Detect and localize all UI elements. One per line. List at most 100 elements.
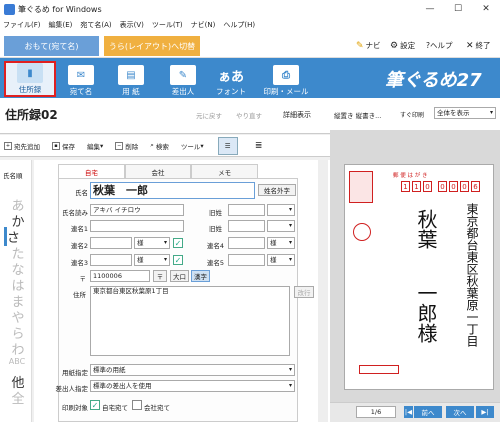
paper-spec-select[interactable]: 標準の用紙 [90,364,295,376]
rensei2-field[interactable] [90,237,132,249]
font-icon: ぁあ [218,69,245,85]
old-surname-field[interactable] [228,204,265,216]
undo-button[interactable]: 元に戻す [196,110,222,120]
switch-to-back-button[interactable]: うら(レイアウト)へ切替 [104,36,200,56]
kana-all[interactable]: 全 [10,388,26,407]
card-view-icon[interactable]: ☰ [217,136,238,155]
sender-spec-select[interactable]: 標準の差出人を使用 [90,380,295,392]
navi-link[interactable]: ✎ ナビ [356,40,381,51]
form-tabs: 自宅 会社 メモ [58,164,259,178]
rensei2-honorific[interactable]: 様 [134,237,170,249]
mode-bar: おもて(宛て名) うら(レイアウト)へ切替 ✎ ナビ ⚙ 設定 ?ヘルプ ✕ 終了 [0,31,500,58]
tab-memo[interactable]: メモ [191,164,259,178]
atena-label: 宛て名 [69,87,93,96]
tools-menu[interactable]: ツール ▾ [181,141,204,151]
search-menu[interactable]: ⌕ 検索 [150,141,169,151]
rensei1-field[interactable] [90,220,184,232]
add-icon: + [4,141,12,150]
kanji-button[interactable]: 漢字 [191,270,210,282]
rensei4-honorific[interactable]: 様 [267,237,295,249]
maximize-button[interactable]: ☐ [444,0,472,18]
view-select[interactable]: 全体を表示 [434,107,496,119]
menu-atena[interactable]: 宛て名(A) [80,20,111,30]
rensei2-checkbox[interactable]: ✓ [173,238,183,248]
brand-logo: 筆ぐるめ27 [385,70,482,91]
orientation-label[interactable]: 縦置き 縦書き... [334,110,381,120]
rensei3-checkbox[interactable]: ✓ [173,255,183,265]
front-mode-tab[interactable]: おもて(宛て名) [4,36,99,56]
address-field[interactable]: 東京都台東区秋葉原1丁目 [90,286,290,356]
close-button[interactable]: ✕ [472,0,500,18]
title-bar: 筆ぐるめ for Windows — ☐ ✕ [0,0,500,18]
name-field[interactable]: 秋葉 一郎 [90,182,255,199]
last-page-button[interactable]: ▶| [476,406,494,418]
font-label: フォント [216,87,246,96]
rensei3-honorific[interactable]: 様 [134,254,170,266]
tab-company[interactable]: 会社 [124,164,192,178]
redo-button[interactable]: やり直す [236,110,262,120]
print-mail-button[interactable]: ⎙ 印刷・メール [258,61,314,97]
reading-field[interactable]: アキバ イチロウ [90,204,184,216]
edit-label: 編集 [87,142,100,151]
font-button[interactable]: ぁあ フォント [208,61,254,97]
quick-print-button[interactable]: すぐ印刷 [400,110,424,119]
menu-edit[interactable]: 編集(E) [49,20,73,30]
first-page-button[interactable]: |◀ [404,406,413,418]
atena-button[interactable]: ✉ 宛て名 [58,61,104,97]
rensei3-field[interactable] [90,254,132,266]
minimize-button[interactable]: — [416,0,444,18]
menu-navi[interactable]: ナビ(N) [191,20,216,30]
settings-link[interactable]: ⚙ 設定 [390,40,415,51]
menu-file[interactable]: ファイル(F) [3,20,41,30]
detail-view-button[interactable]: 詳細表示 [283,110,311,120]
paper-icon: ▤ [118,65,144,85]
sender-button[interactable]: ✎ 差出人 [160,61,206,97]
rensei4-field[interactable] [228,237,265,249]
postal-digit: 1 [412,181,421,192]
rensei5-honorific[interactable]: 様 [267,254,295,266]
old-surname2-field[interactable] [228,220,265,232]
rensei5-field[interactable] [228,254,265,266]
page-indicator: 1/6 [356,406,396,418]
postcard-icon: ✉ [68,65,94,85]
postmark-circle [353,223,371,241]
form-scrollbar[interactable] [318,160,328,422]
kana-wa[interactable]: わ [10,339,26,358]
tab-home[interactable]: 自宅 [58,164,125,178]
recipient-surname: 秋葉 [414,209,438,249]
postal-digit: 0 [460,181,469,192]
rensei1-honorific[interactable] [267,220,295,232]
print-home-checkbox[interactable]: ✓ [90,400,100,410]
name-label: 氏名 [75,189,88,197]
edit-menu[interactable]: 編集 ▾ [87,141,103,151]
print-company-label: 会社宛て [144,404,170,412]
help-link[interactable]: ?ヘルプ [426,40,452,51]
address-file-name: 住所録02 [5,108,58,122]
postal-field[interactable]: 1100006 [90,270,150,282]
delete-label: 削除 [125,142,139,151]
postal-search-button[interactable]: 〒 [153,270,167,282]
save-button[interactable]: ▪ 保存 [52,141,75,151]
menu-view[interactable]: 表示(V) [120,20,144,30]
prev-page-button[interactable]: 前へ [414,406,442,418]
close-icon: ✕ [466,40,474,51]
add-address-button[interactable]: + 宛先追加 [4,141,40,151]
old-surname-honorific[interactable] [267,204,295,216]
kana-abc[interactable]: ABC [6,357,28,366]
sort-order-select[interactable]: 氏名順 [3,170,23,180]
address-book-button[interactable]: ▮ 住所録 [4,61,56,97]
delete-button[interactable]: − 削除 [115,141,138,151]
print-company-checkbox[interactable] [132,400,142,410]
gear-icon: ⚙ [390,40,399,51]
wrap-button[interactable]: 改行 [294,286,314,298]
list-view-icon[interactable]: ≣ [250,137,268,155]
exit-link[interactable]: ✕ 終了 [466,40,491,51]
large-office-button[interactable]: 大口 [170,270,189,282]
next-page-button[interactable]: 次へ [446,406,474,418]
name-ext-button[interactable]: 姓名外字 [258,184,296,196]
paper-button[interactable]: ▤ 用 紙 [108,61,154,97]
ribbon: ▮ 住所録 ✉ 宛て名 ▤ 用 紙 ✎ 差出人 ぁあ フォント ⎙ 印刷・メール… [0,58,500,98]
paper-spec-label: 用紙指定 [62,369,88,377]
menu-tools[interactable]: ツール(T) [152,20,183,30]
menu-help[interactable]: ヘルプ(H) [223,20,255,30]
